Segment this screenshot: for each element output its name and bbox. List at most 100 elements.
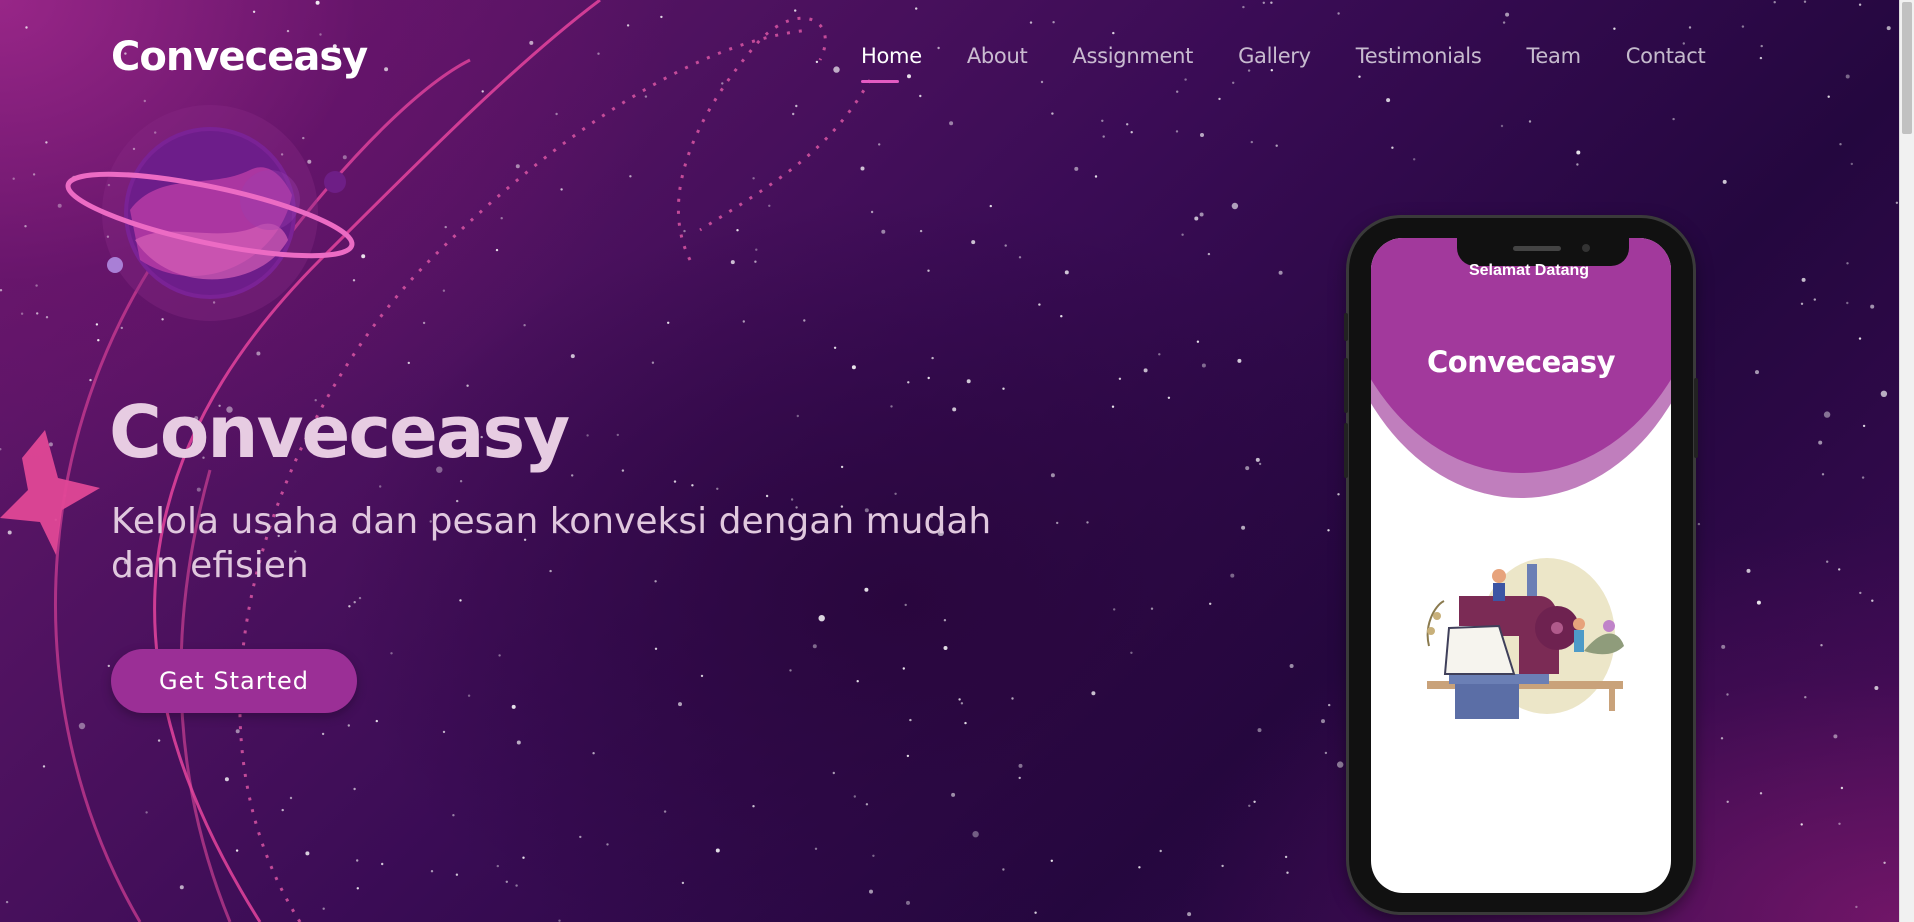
star-dot — [833, 66, 840, 73]
star-dot — [795, 104, 798, 108]
star-dot — [958, 698, 961, 701]
star-dot — [289, 796, 293, 800]
star-dot — [322, 907, 325, 910]
star-dot — [1143, 368, 1148, 373]
star-dot — [1175, 130, 1179, 133]
star-dot — [1004, 244, 1007, 247]
star-dot — [481, 90, 484, 93]
star-dot — [1250, 140, 1254, 144]
star-dot — [347, 724, 350, 727]
star-dot — [57, 203, 62, 208]
star-dot — [616, 433, 619, 437]
star-dot — [833, 346, 837, 349]
star-dot — [1688, 26, 1692, 29]
star-dot — [511, 704, 516, 709]
star-dot — [1327, 529, 1330, 532]
star-dot — [1270, 69, 1274, 72]
nav-home[interactable]: Home — [861, 44, 922, 83]
star-dot — [681, 881, 685, 885]
star-dot — [1328, 703, 1331, 707]
star-dot — [20, 312, 24, 315]
star-dot — [1337, 761, 1344, 768]
star-dot — [161, 318, 164, 321]
hero-title: Conveceasy — [109, 390, 570, 474]
phone-side-button — [1694, 378, 1698, 458]
star-dot — [570, 354, 575, 359]
star-dot — [1759, 792, 1763, 795]
star-dot — [1231, 202, 1239, 210]
star-dot — [1813, 298, 1817, 301]
star-dot — [1576, 163, 1579, 166]
nav-gallery[interactable]: Gallery — [1238, 44, 1311, 68]
nav-team[interactable]: Team — [1526, 44, 1581, 68]
star-dot — [1773, 1, 1776, 4]
star-dot — [1880, 390, 1888, 397]
nav-contact[interactable]: Contact — [1626, 44, 1706, 68]
star-dot — [865, 803, 869, 806]
star-dot — [818, 615, 825, 622]
star-dot — [1826, 560, 1829, 563]
star-dot — [765, 494, 769, 498]
star-dot — [1289, 664, 1294, 668]
star-dot — [716, 487, 719, 490]
star-dot — [691, 484, 694, 487]
nav-assignment[interactable]: Assignment — [1072, 44, 1193, 68]
star-dot — [302, 136, 305, 140]
star-dot — [660, 15, 663, 19]
star-dot — [964, 721, 967, 725]
star-dot — [1862, 424, 1866, 428]
site-logo[interactable]: Conveceasy — [111, 34, 368, 80]
star-dot — [1201, 363, 1206, 368]
nav-about[interactable]: About — [967, 44, 1028, 68]
star-dot — [1413, 158, 1416, 161]
star-dot — [1838, 568, 1841, 571]
star-dot — [95, 323, 99, 326]
star-dot — [1184, 78, 1187, 81]
star-dot — [1018, 256, 1022, 259]
star-dot — [1118, 377, 1122, 380]
star-dot — [516, 740, 521, 745]
star-dot — [1324, 751, 1328, 755]
star-dot — [196, 487, 201, 492]
star-dot — [353, 787, 356, 791]
star-dot — [522, 856, 525, 859]
star-dot — [626, 24, 630, 27]
star-dot — [1111, 405, 1115, 408]
get-started-button[interactable]: Get Started — [111, 649, 357, 713]
star-dot — [48, 442, 53, 447]
star-dot — [35, 284, 38, 287]
star-dot — [379, 485, 382, 488]
camera-icon — [1582, 244, 1590, 252]
star-dot — [915, 7, 918, 10]
star-dot — [1056, 521, 1059, 525]
star-dot — [1029, 21, 1033, 24]
star-dot — [752, 805, 755, 808]
star-dot — [1253, 800, 1256, 803]
star-dot — [381, 862, 384, 866]
star-dot — [1337, 12, 1340, 15]
page-scrollbar[interactable] — [1899, 0, 1914, 922]
star-dot — [1855, 905, 1858, 909]
star-dot — [742, 320, 745, 323]
star-dot — [442, 289, 446, 292]
star-dot — [1801, 277, 1806, 282]
star-dot — [1011, 697, 1014, 700]
star-dot — [1846, 262, 1849, 265]
scrollbar-thumb[interactable] — [1902, 2, 1912, 134]
star-dot — [1060, 315, 1063, 318]
star-dot — [305, 851, 310, 856]
star-dot — [120, 326, 124, 330]
star-dot — [927, 376, 930, 380]
star-dot — [878, 143, 881, 146]
star-dot — [1257, 728, 1262, 733]
star-dot — [1018, 763, 1023, 768]
star-dot — [1505, 12, 1510, 17]
star-dot — [1672, 117, 1675, 121]
star-dot — [1818, 440, 1823, 445]
star-dot — [752, 177, 755, 180]
star-dot — [455, 873, 459, 876]
star-dot — [1823, 411, 1831, 418]
star-dot — [1850, 162, 1854, 166]
star-dot — [1232, 81, 1235, 85]
nav-testimonials[interactable]: Testimonials — [1356, 44, 1482, 68]
